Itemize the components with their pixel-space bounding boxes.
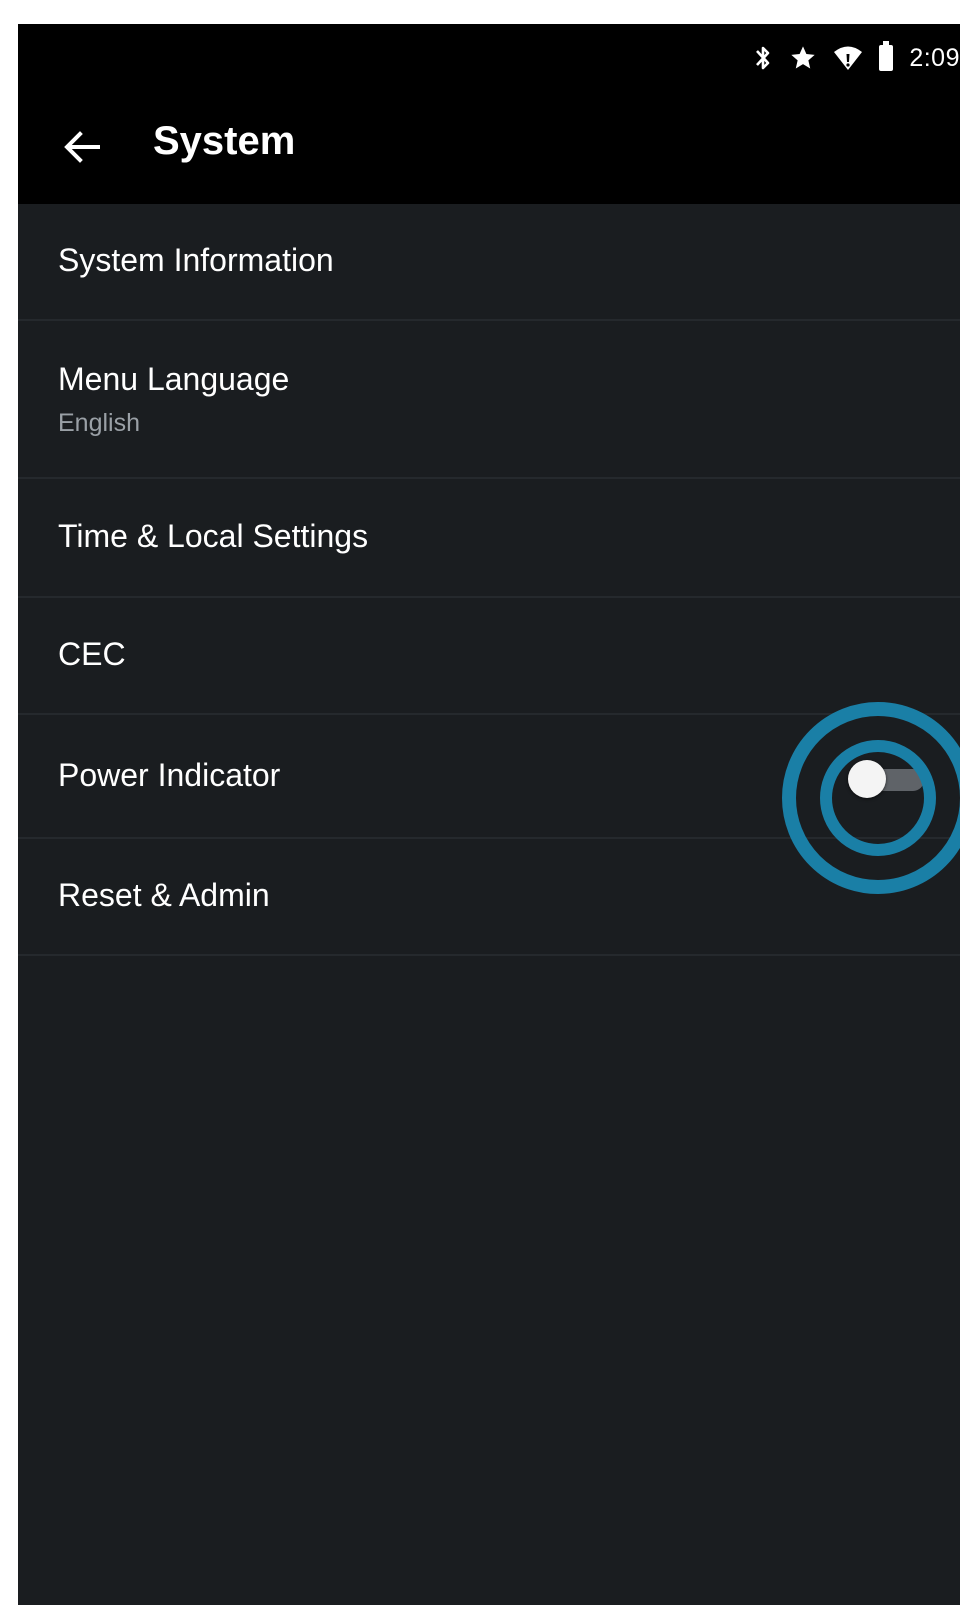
settings-item-power-indicator[interactable]: Power Indicator [18,715,960,839]
settings-item-cec[interactable]: CEC [18,598,960,715]
settings-item-value: English [58,409,140,437]
settings-item-time-local-settings[interactable]: Time & Local Settings [18,479,960,598]
settings-item-label: Power Indicator [58,757,281,793]
page-title: System [153,119,296,163]
back-button[interactable] [58,122,108,172]
status-bar: 2:09 [18,24,960,92]
status-icons: 2:09 [753,38,960,78]
settings-item-label: System Information [58,242,334,278]
arrow-left-icon [64,131,100,163]
clock: 2:09 [909,43,960,72]
star-icon [789,42,817,74]
settings-item-label: Time & Local Settings [58,518,369,554]
settings-item-label: CEC [58,636,126,672]
settings-list: System Information Menu Language English… [18,204,960,956]
settings-item-menu-language[interactable]: Menu Language English [18,321,960,479]
wifi-icon [833,42,863,74]
power-indicator-toggle[interactable] [844,760,924,798]
app-bar: System [18,92,960,204]
bluetooth-icon [753,42,773,74]
settings-item-reset-admin[interactable]: Reset & Admin [18,839,960,956]
toggle-thumb [848,760,886,798]
settings-item-system-information[interactable]: System Information [18,204,960,321]
settings-item-label: Menu Language [58,361,290,397]
settings-item-label: Reset & Admin [58,877,270,913]
phone-screen: 2:09 System System Information Menu Lang… [18,24,960,1605]
battery-icon [879,41,894,74]
